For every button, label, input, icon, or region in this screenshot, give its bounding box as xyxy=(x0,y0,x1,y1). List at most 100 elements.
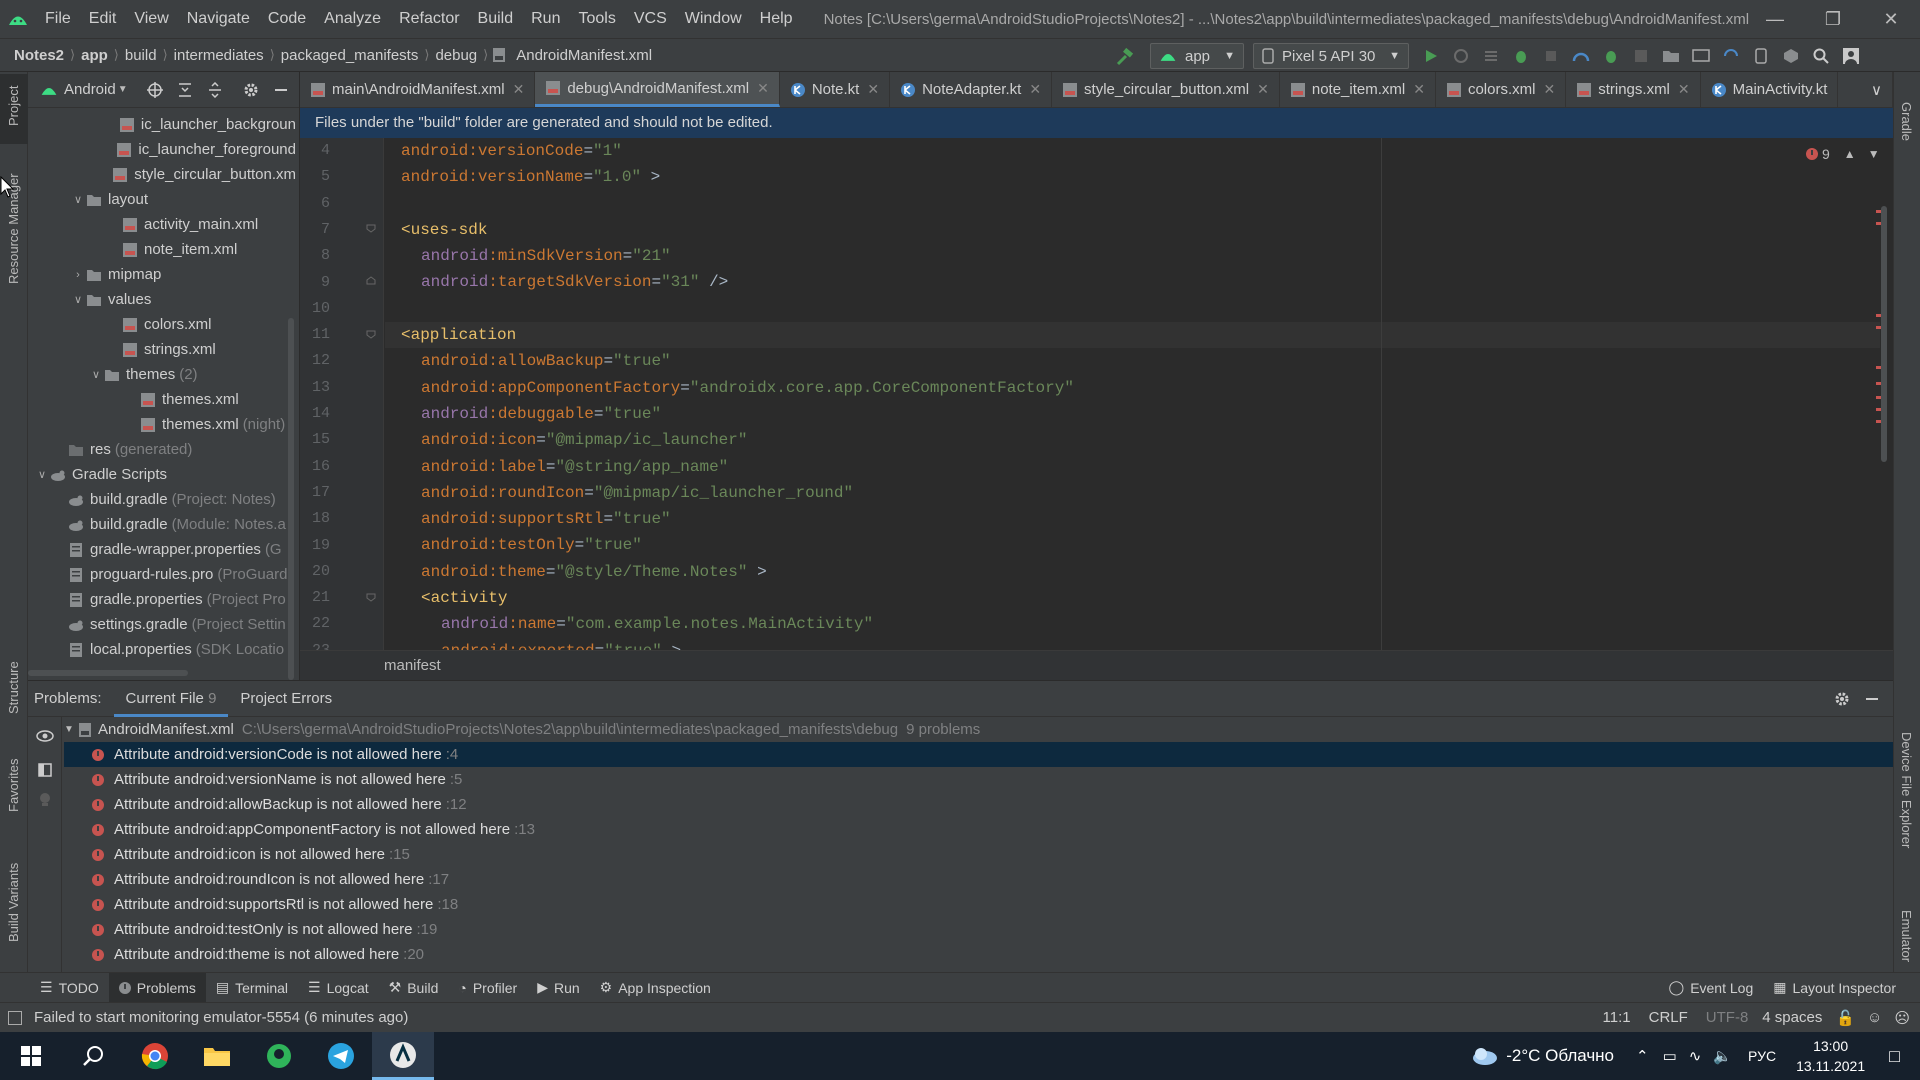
project-tree-item[interactable]: colors.xml xyxy=(28,312,299,337)
coverage-icon[interactable] xyxy=(1536,41,1566,71)
avd-manager-icon[interactable] xyxy=(1686,41,1716,71)
project-tree-item[interactable]: › mipmap xyxy=(28,262,299,287)
project-tree-item[interactable]: strings.xml xyxy=(28,337,299,362)
sdk-manager-icon[interactable] xyxy=(1776,41,1806,71)
expand-all-icon[interactable] xyxy=(170,75,200,105)
favorites-tool-label[interactable]: Favorites xyxy=(6,759,21,812)
gear-icon[interactable] xyxy=(236,75,266,105)
locate-file-icon[interactable] xyxy=(140,75,170,105)
project-tree-item[interactable]: proguard-rules.pro (ProGuard xyxy=(28,562,299,587)
code-line[interactable] xyxy=(385,191,1880,217)
volume-icon[interactable]: 🔈 xyxy=(1713,1047,1732,1065)
line-separator[interactable]: CRLF xyxy=(1649,1009,1688,1026)
hide-panel-icon[interactable] xyxy=(266,75,296,105)
attach-debugger-icon[interactable] xyxy=(1596,41,1626,71)
problem-item[interactable]: Attribute android:theme is not allowed h… xyxy=(64,942,1893,967)
run-tool-button[interactable]: ▶ Run xyxy=(527,973,589,1003)
editor-tab[interactable]: colors.xml ✕ xyxy=(1436,72,1567,107)
close-tab-icon[interactable]: ✕ xyxy=(757,80,769,97)
project-structure-icon[interactable] xyxy=(1656,41,1686,71)
close-tab-icon[interactable]: ✕ xyxy=(1678,81,1690,98)
close-tab-icon[interactable]: ✕ xyxy=(1029,81,1041,98)
code-line[interactable]: android:allowBackup="true" xyxy=(385,348,1880,374)
wifi-icon[interactable]: ∿ xyxy=(1689,1047,1702,1065)
code-line[interactable]: android:versionCode="1" xyxy=(385,138,1880,164)
problems-file-row[interactable]: ▼ AndroidManifest.xml C:\Users\germa\And… xyxy=(64,717,1893,742)
fold-marker-icon[interactable] xyxy=(366,223,376,233)
project-tool-label[interactable]: Project xyxy=(6,86,21,126)
code-line[interactable]: <application xyxy=(385,322,1880,348)
apply-changes-icon[interactable] xyxy=(1446,41,1476,71)
project-tree-item[interactable]: local.properties (SDK Locatio xyxy=(28,637,299,662)
menu-help[interactable]: Help xyxy=(751,0,802,38)
device-select[interactable]: Pixel 5 API 30 ▼ xyxy=(1253,43,1409,69)
code-line[interactable]: <activity xyxy=(385,585,1880,611)
project-tree-item[interactable]: build.gradle (Project: Notes) xyxy=(28,487,299,512)
device-manager-icon[interactable] xyxy=(1746,41,1776,71)
editor-breadcrumb[interactable]: manifest xyxy=(300,650,1893,680)
run-icon[interactable] xyxy=(1416,41,1446,71)
code-line[interactable]: android:icon="@mipmap/ic_launcher" xyxy=(385,427,1880,453)
editor-tab[interactable]: main\AndroidManifest.xml ✕ xyxy=(300,72,536,107)
code-line[interactable]: android:targetSdkVersion="31" /> xyxy=(385,269,1880,295)
project-tree-item[interactable]: gradle-wrapper.properties (G xyxy=(28,537,299,562)
search-icon[interactable] xyxy=(62,1032,124,1080)
feedback-icon[interactable]: ☹ xyxy=(1894,1009,1910,1027)
lightbulb-icon[interactable] xyxy=(30,785,60,815)
code-line[interactable]: android:testOnly="true" xyxy=(385,532,1880,558)
menu-run[interactable]: Run xyxy=(522,0,569,38)
chevron-right-icon[interactable]: › xyxy=(70,269,86,281)
crumb-project[interactable]: Notes2 xyxy=(8,47,70,64)
editor-scrollbar[interactable] xyxy=(1881,206,1887,462)
code-line[interactable]: android:roundIcon="@mipmap/ic_launcher_r… xyxy=(385,480,1880,506)
project-tree-item[interactable]: note_item.xml xyxy=(28,237,299,262)
problem-item[interactable]: Attribute android:versionCode is not all… xyxy=(64,742,1893,767)
previous-highlight-icon[interactable]: ▲ xyxy=(1844,147,1856,161)
project-tree-item[interactable]: build.gradle (Module: Notes.a xyxy=(28,512,299,537)
project-tree-item[interactable]: ∨ values xyxy=(28,287,299,312)
menu-tools[interactable]: Tools xyxy=(569,0,624,38)
close-tab-icon[interactable]: ✕ xyxy=(1413,81,1425,98)
project-view-select[interactable]: Android xyxy=(64,81,116,98)
menu-refactor[interactable]: Refactor xyxy=(390,0,468,38)
telegram-icon[interactable] xyxy=(310,1032,372,1080)
code-line[interactable] xyxy=(385,296,1880,322)
editor-tab[interactable]: debug\AndroidManifest.xml ✕ xyxy=(535,72,780,107)
project-tree-item[interactable]: themes.xml (night) xyxy=(28,412,299,437)
hammer-build-icon[interactable] xyxy=(1110,42,1140,72)
terminal-tool-button[interactable]: ▤ Terminal xyxy=(206,973,298,1003)
run-config-select[interactable]: app ▼ xyxy=(1150,43,1244,69)
editor-tab[interactable]: strings.xml ✕ xyxy=(1566,72,1701,107)
close-tab-icon[interactable]: ✕ xyxy=(1257,81,1269,98)
project-tree-item[interactable]: style_circular_button.xm xyxy=(28,162,299,187)
problem-item[interactable]: Attribute android:roundIcon is not allow… xyxy=(64,867,1893,892)
tab-project-errors[interactable]: Project Errors xyxy=(228,681,344,717)
close-tab-icon[interactable]: ✕ xyxy=(867,81,879,98)
dropdown-arrow-icon[interactable]: ▼ xyxy=(118,84,128,95)
clock[interactable]: 13:00 13.11.2021 xyxy=(1796,1036,1865,1076)
fold-marker-icon[interactable] xyxy=(366,592,376,602)
code-line[interactable]: android:name="com.example.notes.MainActi… xyxy=(385,611,1880,637)
problem-item[interactable]: Attribute android:appComponentFactory is… xyxy=(64,817,1893,842)
weather-text[interactable]: -2°C Облачно xyxy=(1506,1046,1614,1066)
editor-tab[interactable]: NoteAdapter.kt ✕ xyxy=(890,72,1053,107)
account-icon[interactable] xyxy=(1836,41,1866,71)
structure-tool-label[interactable]: Structure xyxy=(6,661,21,714)
file-explorer-icon[interactable] xyxy=(186,1032,248,1080)
sync-gradle-icon[interactable] xyxy=(1716,41,1746,71)
crumb-debug[interactable]: debug xyxy=(429,47,483,64)
emulator-tool-label[interactable]: Emulator xyxy=(1899,910,1914,962)
windows-start-icon[interactable] xyxy=(0,1032,62,1080)
project-tree-item[interactable]: gradle.properties (Project Pro xyxy=(28,587,299,612)
preview-icon[interactable] xyxy=(30,755,60,785)
menu-vcs[interactable]: VCS xyxy=(625,0,676,38)
tabs-overflow-icon[interactable]: ∨ xyxy=(1861,72,1893,107)
lock-icon[interactable]: 🔓 xyxy=(1836,1009,1855,1027)
chevron-down-icon[interactable]: ∨ xyxy=(34,468,50,481)
code-line[interactable]: android:theme="@style/Theme.Notes" > xyxy=(385,559,1880,585)
close-window-button[interactable]: ✕ xyxy=(1862,0,1920,38)
file-encoding[interactable]: UTF-8 xyxy=(1706,1009,1749,1026)
project-tree-item[interactable]: activity_main.xml xyxy=(28,212,299,237)
project-tree-item[interactable]: settings.gradle (Project Settin xyxy=(28,612,299,637)
code-line[interactable]: android:supportsRtl="true" xyxy=(385,506,1880,532)
